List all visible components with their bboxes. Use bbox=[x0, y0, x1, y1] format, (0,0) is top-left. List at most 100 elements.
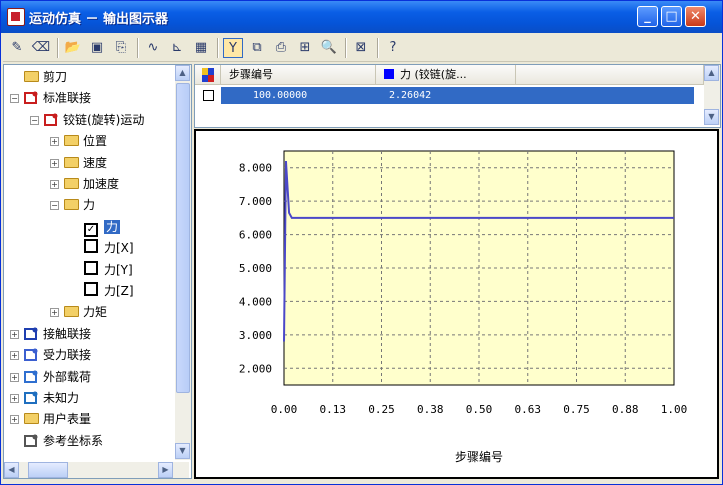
minimize-button[interactable]: _ bbox=[637, 6, 658, 27]
folder-icon bbox=[64, 306, 79, 318]
tree-item[interactable]: + 用户表量 bbox=[10, 409, 92, 429]
tree-item[interactable]: + 位置 bbox=[50, 131, 108, 151]
y-tick-label: 6.000 bbox=[239, 229, 272, 242]
tree-item-label: 力 bbox=[104, 219, 121, 234]
chart-panel: 0.00 0.13 0.25 0.38 0.50 0.63 0.75 0.88 1.00 2.00… bbox=[194, 129, 719, 479]
tree-item-label: 接触联接 bbox=[43, 326, 92, 341]
tree-item[interactable]: − 标准联接 bbox=[10, 88, 91, 108]
x-tick-label: 0.13 bbox=[320, 403, 347, 416]
expand-icon[interactable]: + bbox=[50, 137, 59, 147]
tree-item[interactable]: + 受力联接 bbox=[10, 345, 92, 365]
tree-item[interactable]: + 外部载荷 bbox=[10, 367, 91, 387]
scroll-left-icon[interactable]: ◀ bbox=[4, 462, 19, 478]
app-icon bbox=[7, 8, 25, 26]
tree-item[interactable]: 参考坐标系 bbox=[24, 431, 103, 451]
expand-icon[interactable]: + bbox=[50, 158, 59, 168]
app-window: 运动仿真 － 输出图示器 _ □ ✕ ✎ ⌫ 📂 ▣ ⎘ ∿ ⊾ ▦ Y ⧉ ⎙… bbox=[0, 0, 723, 485]
save-icon[interactable]: ▣ bbox=[87, 38, 107, 58]
zoom-icon[interactable]: 🔍 bbox=[319, 38, 339, 58]
tree-item[interactable]: 剪刀 bbox=[24, 67, 67, 87]
collapse-icon[interactable]: − bbox=[50, 201, 59, 211]
collapse-icon[interactable]: − bbox=[30, 115, 39, 125]
fit-icon[interactable]: ⊞ bbox=[295, 38, 315, 58]
window-title: 运动仿真 － 输出图示器 bbox=[29, 12, 169, 27]
tree-horizontal-scrollbar[interactable]: ◀ ▶ bbox=[4, 462, 189, 478]
tree-scroll-thumb[interactable] bbox=[176, 83, 190, 393]
tree-item-label: 用户表量 bbox=[43, 412, 92, 427]
title-bar[interactable]: 运动仿真 － 输出图示器 _ □ ✕ bbox=[1, 1, 722, 33]
folder-icon bbox=[64, 178, 79, 189]
tree-item-label: 位置 bbox=[83, 134, 108, 149]
tree-item-label: 力[Z] bbox=[104, 284, 134, 298]
tree-item[interactable]: − 力 bbox=[50, 195, 95, 215]
scroll-right-icon[interactable]: ▶ bbox=[158, 462, 173, 478]
tree-item[interactable]: + 加速度 bbox=[50, 174, 119, 194]
maximize-button[interactable]: □ bbox=[661, 6, 682, 27]
tree-item[interactable]: 力[Y] bbox=[84, 260, 133, 280]
expand-icon[interactable]: + bbox=[10, 351, 19, 361]
help-icon[interactable]: ? bbox=[383, 38, 403, 58]
tree-item-label: 受力联接 bbox=[43, 348, 92, 363]
data-table: 步骤编号 力 (铰链(旋... 100.00000 2.26042 ▲ ▼ bbox=[194, 64, 721, 128]
brush-icon[interactable]: ✎ bbox=[7, 38, 27, 58]
color-chart-icon[interactable]: ▦ bbox=[191, 38, 211, 58]
scroll-down-icon[interactable]: ▼ bbox=[175, 443, 190, 459]
column-header-force-label: 力 (铰链(旋... bbox=[400, 68, 467, 81]
open-icon[interactable]: 📂 bbox=[63, 38, 83, 58]
tree-item-label: 剪刀 bbox=[43, 70, 68, 84]
tree-item[interactable]: 力[X] bbox=[84, 238, 134, 258]
tree-item-label: 力[X] bbox=[104, 241, 134, 256]
tree-item-label: 力[Y] bbox=[104, 262, 133, 277]
export-icon[interactable]: ⎘ bbox=[111, 38, 131, 58]
tree-item-label: 未知力 bbox=[43, 391, 80, 405]
y-tick-label: 5.000 bbox=[239, 262, 272, 275]
eraser-icon[interactable]: ⌫ bbox=[31, 38, 51, 58]
axis-icon[interactable]: ⊾ bbox=[167, 38, 187, 58]
expand-icon[interactable]: + bbox=[50, 180, 59, 189]
x-tick-label: 0.75 bbox=[563, 403, 590, 416]
x-tick-label: 0.50 bbox=[466, 403, 493, 416]
cell-step: 100.00000 bbox=[253, 90, 308, 101]
curve-icon[interactable]: ∿ bbox=[143, 38, 163, 58]
tree-hscroll-thumb[interactable] bbox=[28, 462, 68, 478]
checkbox[interactable] bbox=[84, 239, 98, 254]
folder-icon bbox=[64, 156, 79, 168]
x-tick-label: 0.88 bbox=[612, 403, 639, 416]
column-header-step[interactable]: 步骤编号 bbox=[221, 65, 376, 85]
scroll-down-icon[interactable]: ▼ bbox=[704, 109, 719, 125]
x-tick-label: 1.00 bbox=[661, 403, 688, 416]
expand-icon[interactable]: + bbox=[10, 329, 19, 339]
tree-item[interactable]: ✓ 力 bbox=[84, 217, 121, 237]
copy-icon[interactable]: ⧉ bbox=[247, 38, 267, 58]
expand-icon[interactable]: + bbox=[50, 308, 59, 318]
column-header-force[interactable]: 力 (铰链(旋... bbox=[376, 65, 516, 85]
y-tick-label: 7.000 bbox=[239, 195, 272, 208]
tree-item[interactable]: + 未知力 bbox=[10, 388, 80, 408]
filter-icon[interactable]: Y bbox=[223, 38, 243, 58]
checkbox[interactable]: ✓ bbox=[84, 222, 98, 237]
close-button[interactable]: ✕ bbox=[685, 6, 706, 27]
tree-vertical-scrollbar[interactable]: ▲ ▼ bbox=[175, 65, 191, 460]
scroll-up-icon[interactable]: ▲ bbox=[175, 65, 190, 81]
expand-icon[interactable]: + bbox=[10, 415, 19, 425]
row-checkbox[interactable] bbox=[203, 90, 214, 101]
color-chart-icon bbox=[202, 68, 214, 82]
scroll-up-icon[interactable]: ▲ bbox=[704, 65, 719, 81]
tree-item[interactable]: + 接触联接 bbox=[10, 324, 92, 344]
collapse-icon[interactable]: − bbox=[10, 94, 19, 104]
tree-item[interactable]: 力[Z] bbox=[84, 281, 134, 301]
table-vertical-scrollbar[interactable]: ▲ ▼ bbox=[704, 65, 720, 125]
checkbox[interactable] bbox=[84, 260, 98, 275]
print-icon[interactable]: ⎙ bbox=[271, 38, 291, 58]
tree-item[interactable]: + 速度 bbox=[50, 153, 107, 173]
tree-item[interactable]: − 铰链(旋转)运动 bbox=[30, 110, 144, 130]
expand-icon[interactable]: + bbox=[10, 372, 19, 382]
checkbox[interactable] bbox=[84, 282, 98, 296]
joint-icon bbox=[24, 90, 39, 105]
excel-icon[interactable]: ⊠ bbox=[351, 38, 371, 58]
expand-icon[interactable]: + bbox=[10, 394, 19, 403]
force-icon bbox=[24, 347, 39, 362]
tree-item[interactable]: + 力矩 bbox=[50, 302, 107, 322]
folder-icon bbox=[64, 199, 79, 211]
force-chart[interactable]: 0.00 0.13 0.25 0.38 0.50 0.63 0.75 0.88 1.00 2.00… bbox=[196, 131, 717, 477]
